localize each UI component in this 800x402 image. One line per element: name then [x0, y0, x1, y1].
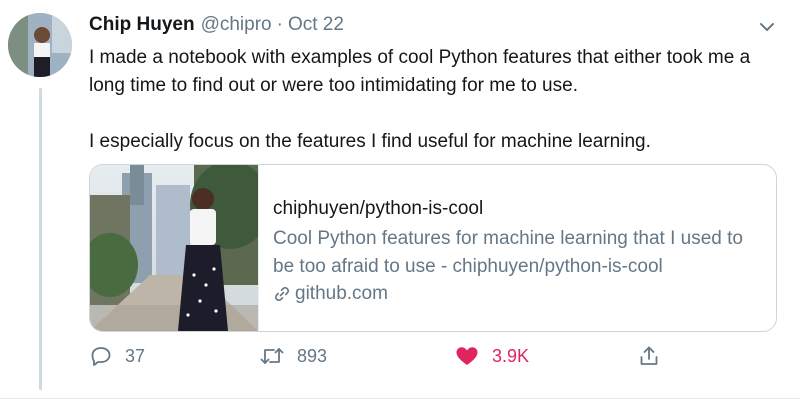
tweet-actions: 37 893 3.9K: [89, 344, 779, 374]
card-domain: github.com: [273, 283, 763, 305]
reply-icon: [91, 347, 111, 366]
share-icon: [640, 346, 658, 365]
chevron-down-icon[interactable]: [756, 16, 778, 38]
retweet-button[interactable]: 893: [259, 344, 327, 368]
link-preview-card[interactable]: chiphuyen/python-is-cool Cool Python fea…: [89, 164, 777, 332]
thread-line: [39, 88, 42, 390]
tweet-paragraph: I made a notebook with examples of cool …: [89, 47, 751, 96]
share-button[interactable]: [637, 344, 661, 368]
reply-count: 37: [125, 345, 146, 366]
heart-icon: [456, 347, 478, 365]
like-count: 3.9K: [492, 345, 530, 366]
retweet-count: 893: [297, 345, 328, 366]
card-domain-text: github.com: [295, 283, 388, 304]
tweet-text: I made a notebook with examples of cool …: [89, 44, 779, 156]
tweet-header: Chip Huyen @chipro · Oct 22: [89, 14, 344, 42]
tweet-paragraph: I especially focus on the features I fin…: [89, 131, 651, 152]
card-thumbnail: [90, 165, 270, 331]
card-description: Cool Python features for machine learnin…: [273, 228, 743, 277]
header-separator: ·: [276, 14, 283, 35]
like-button[interactable]: 3.9K: [454, 344, 529, 368]
reply-button[interactable]: 37: [89, 344, 145, 368]
avatar[interactable]: [8, 13, 72, 77]
tweet-divider: [0, 398, 800, 399]
tweet[interactable]: Chip Huyen @chipro · Oct 22 I made a not…: [0, 0, 800, 402]
retweet-icon: [260, 348, 284, 364]
author-handle[interactable]: @chipro: [201, 14, 272, 36]
link-icon: [275, 287, 289, 301]
author-name[interactable]: Chip Huyen: [89, 14, 195, 36]
card-title[interactable]: chiphuyen/python-is-cool: [273, 197, 763, 221]
card-text: chiphuyen/python-is-cool Cool Python fea…: [259, 165, 763, 331]
tweet-timestamp[interactable]: Oct 22: [288, 14, 344, 36]
